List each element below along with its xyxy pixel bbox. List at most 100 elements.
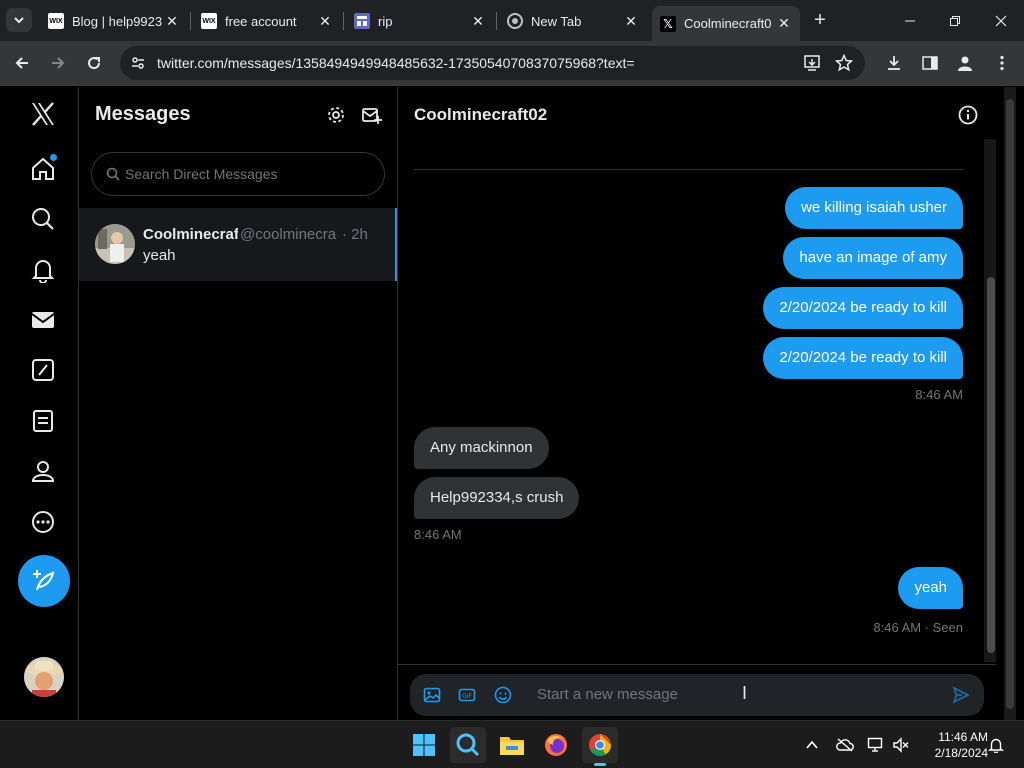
messages-panel: Messages Search Direct Messages Coolmine… xyxy=(79,87,398,720)
divider xyxy=(414,169,964,170)
conversation-name: Coolminecraft xyxy=(143,226,238,243)
message-bubble-outgoing[interactable]: yeah xyxy=(898,567,963,609)
arrow-right-icon xyxy=(52,57,65,69)
wix-icon: WIX xyxy=(48,13,64,29)
info-icon[interactable] xyxy=(956,103,980,127)
clock-date: 2/18/2024 xyxy=(934,746,988,760)
search-input[interactable]: Search Direct Messages xyxy=(91,152,385,196)
x-app: Messages Search Direct Messages Coolmine… xyxy=(0,87,1024,720)
tab-title: New Tab xyxy=(531,13,582,29)
message-bubble-outgoing[interactable]: 2/20/2024 be ready to kill xyxy=(763,337,963,379)
install-app-icon[interactable] xyxy=(802,53,822,73)
chevron-down-icon xyxy=(14,17,24,24)
browser-tab[interactable]: WIX Blog | help9923 ✕ xyxy=(40,6,188,36)
message-bubble-outgoing[interactable]: have an image of amy xyxy=(783,237,963,279)
page-scrollbar-thumb[interactable] xyxy=(1006,99,1014,709)
forward-button[interactable] xyxy=(44,49,72,77)
close-window-button[interactable] xyxy=(978,0,1024,41)
gif-icon[interactable]: GIF xyxy=(457,685,477,705)
chrome-icon[interactable] xyxy=(582,727,618,766)
plus-icon: + xyxy=(814,9,826,31)
avatar xyxy=(95,224,135,264)
tab-title: Blog | help9923 xyxy=(72,13,163,29)
back-button[interactable] xyxy=(8,49,36,77)
messages-icon[interactable] xyxy=(26,303,60,337)
message-bubble-incoming[interactable]: Help992334,s crush xyxy=(414,477,580,519)
profile-icon[interactable] xyxy=(26,454,60,488)
image-icon[interactable] xyxy=(422,685,442,705)
message-bubble-incoming[interactable]: Any mackinnon xyxy=(414,427,549,469)
page-scrollbar[interactable] xyxy=(1004,87,1016,720)
arrow-left-icon xyxy=(15,57,28,69)
menu-kebab-icon[interactable] xyxy=(992,53,1012,73)
notifications-icon[interactable] xyxy=(26,253,60,287)
minimize-button[interactable] xyxy=(887,0,933,41)
system-clock[interactable]: 11:46 AM 2/18/2024 xyxy=(918,729,988,761)
text-cursor-icon: Ι xyxy=(742,683,748,703)
search-icon xyxy=(106,167,120,186)
tab-title: free account xyxy=(225,13,297,29)
message-bubble-outgoing[interactable]: 2/20/2024 be ready to kill xyxy=(763,287,963,329)
primary-nav xyxy=(0,87,79,720)
conversation-item[interactable]: Coolminecraft @coolminecra · 2h yeah xyxy=(79,208,397,281)
downloads-icon[interactable] xyxy=(884,53,904,73)
compose-post-button[interactable] xyxy=(18,555,70,607)
firefox-icon[interactable] xyxy=(538,727,574,763)
windows-start-icon[interactable] xyxy=(406,727,442,763)
tab-title: rip xyxy=(378,13,393,29)
new-tab-button[interactable]: + xyxy=(808,8,832,32)
close-icon xyxy=(995,15,1007,26)
clock-time: 11:46 AM xyxy=(938,730,988,744)
lists-icon[interactable] xyxy=(26,404,60,438)
scrollbar-thumb[interactable] xyxy=(987,277,995,653)
bookmark-star-icon[interactable] xyxy=(834,53,854,73)
volume-muted-icon[interactable] xyxy=(891,735,911,755)
browser-tab[interactable]: WIX free account ✕ xyxy=(193,6,341,36)
search-icon[interactable] xyxy=(26,202,60,236)
notification-dot xyxy=(50,154,57,161)
browser-tab[interactable]: rip ✕ xyxy=(346,6,494,36)
message-input[interactable]: Start a new message xyxy=(537,686,678,703)
send-icon[interactable] xyxy=(951,685,971,705)
close-icon[interactable]: ✕ xyxy=(470,13,486,30)
close-icon[interactable]: ✕ xyxy=(776,15,792,32)
home-icon[interactable] xyxy=(26,152,60,186)
active-app-indicator xyxy=(594,763,606,766)
more-icon[interactable] xyxy=(26,505,60,539)
gear-icon[interactable] xyxy=(325,104,347,126)
tab-search-button[interactable] xyxy=(6,8,32,32)
restore-button[interactable] xyxy=(932,0,978,41)
profile-icon[interactable] xyxy=(955,53,975,73)
message-timestamp: 8:46 AM xyxy=(915,387,963,402)
site-info-icon[interactable] xyxy=(128,53,148,73)
network-icon[interactable] xyxy=(866,735,886,755)
tab-separator xyxy=(496,12,497,30)
close-icon[interactable]: ✕ xyxy=(623,13,639,30)
message-bubble-outgoing[interactable]: we killing isaiah usher xyxy=(785,187,963,229)
reload-button[interactable] xyxy=(80,49,108,77)
notification-bell-icon[interactable] xyxy=(986,735,1006,755)
new-message-icon[interactable] xyxy=(361,104,383,126)
restore-icon xyxy=(950,15,960,26)
onedrive-offline-icon[interactable] xyxy=(835,735,855,755)
browser-tab[interactable]: New Tab ✕ xyxy=(499,6,647,36)
chevron-up-icon[interactable] xyxy=(802,735,822,755)
file-explorer-icon[interactable] xyxy=(494,727,530,763)
browser-tab-active[interactable]: 𝕏 Coolminecraft0 ✕ xyxy=(652,6,800,41)
emoji-icon[interactable] xyxy=(493,685,513,705)
search-icon[interactable] xyxy=(450,727,486,763)
chrome-icon xyxy=(507,13,523,29)
reload-icon xyxy=(88,57,101,70)
search-placeholder: Search Direct Messages xyxy=(125,166,278,182)
grok-icon[interactable] xyxy=(26,353,60,387)
x-logo-icon[interactable] xyxy=(26,97,60,131)
side-panel-icon[interactable] xyxy=(920,53,940,73)
account-avatar[interactable] xyxy=(24,657,64,697)
browser-toolbar: twitter.com/messages/1358494949948485632… xyxy=(0,41,1024,86)
close-icon[interactable]: ✕ xyxy=(164,13,180,30)
composer-box: GIF Start a new message Ι xyxy=(410,674,984,716)
close-icon[interactable]: ✕ xyxy=(317,13,333,30)
url-text: twitter.com/messages/1358494949948485632… xyxy=(157,55,635,71)
address-bar[interactable]: twitter.com/messages/1358494949948485632… xyxy=(120,46,865,80)
taskbar: 11:46 AM 2/18/2024 xyxy=(0,720,1024,768)
